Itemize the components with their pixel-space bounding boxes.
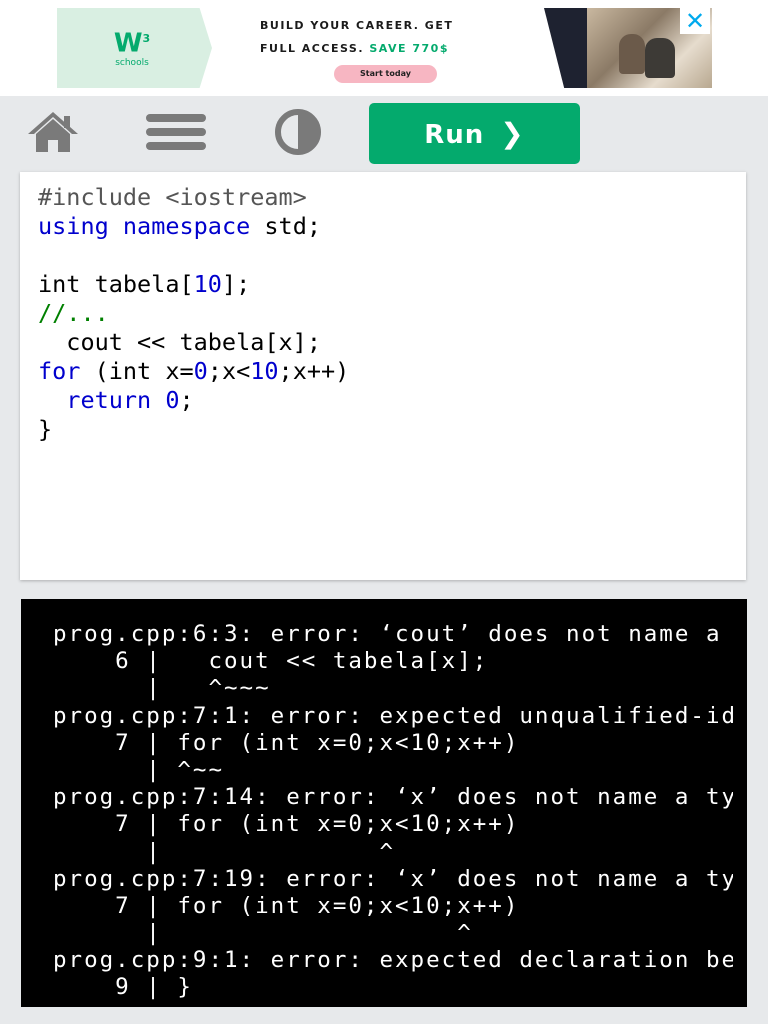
chevron-right-icon: ❯ (500, 117, 525, 150)
page: W3 schools BUILD YOUR CAREER. GET FULL A… (0, 0, 768, 1024)
ad-close-icon[interactable]: ✕ (680, 8, 710, 34)
home-icon[interactable] (26, 108, 80, 156)
output-line: 7 | for (int x=0;x<10;x++) (53, 892, 520, 919)
code-line: //... (38, 299, 349, 328)
code-editor[interactable]: #include <iostream> using namespace std; i… (20, 172, 746, 580)
menu-icon[interactable] (146, 108, 206, 156)
output-line: prog.cpp:6:3: error: ‘cout’ does not nam… (53, 621, 733, 647)
output-line: | ^ (53, 920, 473, 947)
code-line: return 0; (66, 386, 194, 414)
code-line-1: #include <iostream> (38, 183, 307, 211)
run-button-label: Run (424, 120, 485, 150)
toolbar: Run ❯ (0, 96, 768, 168)
ad-photo-person-2 (645, 38, 675, 78)
output-line: | ^ (53, 838, 396, 865)
output-line: 7 | for (int x=0;x<10;x++) (53, 729, 520, 756)
ad-creative[interactable]: W3 schools BUILD YOUR CAREER. GET FULL A… (57, 8, 712, 88)
output-line: prog.cpp:9:1: error: expected declaratio… (53, 947, 733, 974)
contrast-icon[interactable] (272, 108, 324, 156)
ad-headline-line1: BUILD YOUR CAREER. GET (260, 19, 454, 32)
output-line: 9 | } (53, 974, 193, 1001)
code-line-6: cout << tabela[x]; (38, 328, 321, 356)
logo-mark: W (113, 28, 143, 59)
output-line: prog.cpp:7:19: error: ‘x’ does not name … (53, 865, 733, 892)
code-text[interactable]: #include <iostream> using namespace std; i… (38, 183, 349, 444)
code-line-9: } (38, 415, 53, 443)
ad-banner: W3 schools BUILD YOUR CAREER. GET FULL A… (0, 0, 768, 96)
ad-cta-button[interactable]: Start today (334, 65, 437, 83)
output-text: prog.cpp:6:3: error: ‘cout’ does not nam… (53, 621, 733, 1002)
logo-text: schools (115, 57, 149, 68)
code-line: } (38, 415, 349, 444)
code-line: #include <iostream> (38, 183, 349, 212)
code-line-5: //... (38, 299, 109, 327)
ad-headline-highlight: SAVE 770$ (369, 42, 449, 55)
logo-superscript: 3 (142, 32, 151, 45)
code-line: for (int x=0;x<10;x++) (38, 357, 350, 385)
output-console[interactable]: prog.cpp:6:3: error: ‘cout’ does not nam… (21, 599, 747, 1007)
ad-headline-line2: FULL ACCESS. SAVE 770$ (260, 37, 520, 60)
output-line: | ^~~~ (53, 675, 271, 702)
ad-photo-person-1 (619, 34, 645, 74)
code-line: using namespace std; (38, 212, 321, 240)
output-line: | ^~~ (53, 756, 225, 783)
output-line: 6 | cout << tabela[x]; (53, 648, 489, 675)
output-line: prog.cpp:7:14: error: ‘x’ does not name … (53, 784, 733, 811)
ad-headline: BUILD YOUR CAREER. GET FULL ACCESS. SAVE… (260, 14, 520, 60)
output-line: prog.cpp:7:1: error: expected unqualifie… (53, 702, 733, 729)
w3schools-logo: W3 schools (102, 26, 162, 70)
ad-headline-prefix: FULL ACCESS. (260, 42, 370, 55)
code-line: int tabela[10]; (38, 270, 251, 298)
code-line: cout << tabela[x]; (38, 328, 349, 357)
output-line: 7 | for (int x=0;x<10;x++) (53, 811, 520, 838)
run-button[interactable]: Run ❯ (369, 103, 580, 164)
